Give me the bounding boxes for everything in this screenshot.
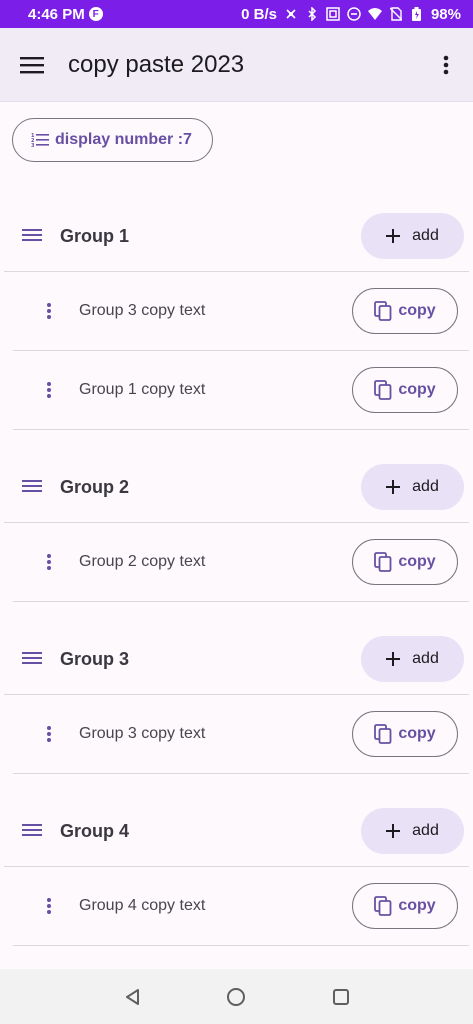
list-item: Group 3 copy text copy [0,695,473,773]
copy-button[interactable]: copy [352,539,458,585]
drag-handle-icon[interactable] [22,649,42,667]
nfc-icon [326,7,340,21]
copy-icon [374,301,392,321]
group-title: Group 1 [60,225,130,246]
menu-button[interactable] [0,28,64,102]
copy-label: copy [398,381,436,398]
more-vert-icon [443,55,449,74]
item-text: Group 1 copy text [79,381,206,398]
hamburger-icon [20,56,44,73]
add-button[interactable]: add [361,808,464,854]
copy-label: copy [398,897,436,914]
item-text: Group 4 copy text [79,897,206,914]
plus-icon [386,229,401,243]
status-icons: 0 B/s 98% [241,6,461,23]
add-label: add [412,227,439,244]
group-header: Group 3 add [0,631,473,687]
copy-icon [374,896,392,916]
item-text: Group 3 copy text [79,725,206,742]
plus-icon [386,480,401,494]
group-title: Group 3 [60,648,130,669]
svg-text:3: 3 [31,143,35,148]
app-bar: copy paste 2023 [0,28,473,102]
add-button[interactable]: add [361,213,464,259]
overflow-menu-button[interactable] [419,28,473,102]
group-title: Group 4 [60,820,130,841]
recents-icon [332,988,349,1005]
page-title: copy paste 2023 [68,50,245,78]
group-header: Group 4 add [0,803,473,859]
wifi-icon [367,7,382,21]
divider [13,429,469,430]
net-speed: 0 B/s [241,5,277,23]
home-button[interactable] [216,977,256,1017]
plus-icon [386,652,401,666]
bluetooth-icon [305,7,319,21]
no-sim-icon [389,7,403,21]
copy-icon [374,724,392,744]
back-button[interactable] [112,977,152,1017]
divider [13,773,469,774]
numbered-list-icon: 1 2 3 [31,133,49,148]
group-header: Group 1 add [0,208,473,264]
item-options-icon[interactable] [46,897,52,915]
copy-button[interactable]: copy [352,883,458,929]
copy-icon [374,380,392,400]
copy-label: copy [398,725,436,742]
list-item: Group 4 copy text copy [0,867,473,945]
app-badge-icon: F [88,7,103,21]
copy-label: copy [398,302,436,319]
list-item: Group 1 copy text copy [0,351,473,429]
list-item: Group 3 copy text copy [0,272,473,350]
system-nav-bar [0,969,473,1024]
item-text: Group 2 copy text [79,553,206,570]
copy-label: copy [398,553,436,570]
drag-handle-icon[interactable] [22,821,42,839]
plus-icon [386,824,401,838]
rotate-icon [284,7,298,21]
group-header: Group 2 add [0,459,473,515]
add-button[interactable]: add [361,636,464,682]
copy-button[interactable]: copy [352,367,458,413]
drag-handle-icon[interactable] [22,226,42,244]
item-options-icon[interactable] [46,302,52,320]
battery-icon [410,7,424,21]
display-number-label: display number :7 [55,131,192,148]
clock: 4:46 PM [28,5,85,23]
copy-button[interactable]: copy [352,711,458,757]
item-options-icon[interactable] [46,553,52,571]
list-item: Group 2 copy text copy [0,523,473,601]
back-icon [126,988,140,1005]
status-time: 4:46 PM F [28,6,103,23]
group-title: Group 2 [60,476,130,497]
item-options-icon[interactable] [46,381,52,399]
recents-button[interactable] [321,977,361,1017]
add-label: add [412,822,439,839]
copy-button[interactable]: copy [352,288,458,334]
display-number-chip[interactable]: 1 2 3 display number :7 [12,118,213,162]
add-label: add [412,650,439,667]
divider [13,945,469,946]
dnd-icon [347,7,361,21]
battery-level: 98% [430,5,461,23]
home-icon [227,987,246,1006]
status-bar: 4:46 PM F 0 B/s 98% [0,0,473,28]
drag-handle-icon[interactable] [22,477,42,495]
item-options-icon[interactable] [46,725,52,743]
divider [13,601,469,602]
add-label: add [412,478,439,495]
item-text: Group 3 copy text [79,302,206,319]
copy-icon [374,552,392,572]
add-button[interactable]: add [361,464,464,510]
